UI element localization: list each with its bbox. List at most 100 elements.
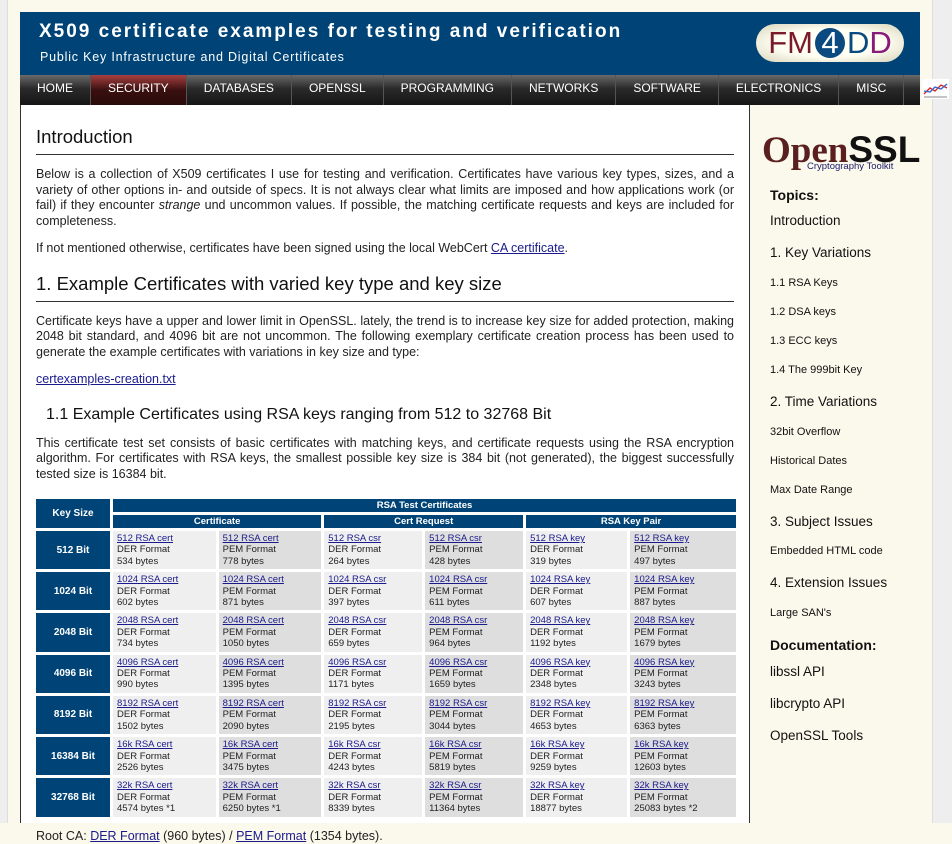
file-cell: 512 RSA cert DER Format 534 bytes [113,531,216,570]
file-link[interactable]: 8192 RSA cert [223,698,284,709]
file-link[interactable]: 512 RSA key [634,533,689,544]
file-link[interactable]: 32k RSA cert [117,780,172,791]
file-link[interactable]: 8192 RSA key [634,698,694,709]
certexamples-creation-link[interactable]: certexamples-creation.txt [36,372,176,386]
file-link[interactable]: 16k RSA key [634,739,688,750]
file-link[interactable]: 32k RSA csr [328,780,380,791]
file-link[interactable]: 16k RSA csr [429,739,481,750]
nav-openssl[interactable]: OPENSSL [292,75,384,105]
topics-heading: Topics: [770,187,819,203]
file-link[interactable]: 1024 RSA csr [429,574,487,585]
file-size: 4243 bytes [328,761,375,773]
sidebar-link[interactable]: 3. Subject Issues [770,514,873,529]
key-size-cell: 8192 Bit [36,695,110,735]
sidebar-link[interactable]: Historical Dates [770,455,847,467]
file-size: 18877 bytes [530,803,582,815]
file-link[interactable]: 2048 RSA csr [429,615,487,626]
sidebar-link[interactable]: 1.1 RSA Keys [770,277,838,289]
file-link[interactable]: 1024 RSA cert [223,574,284,585]
file-link[interactable]: 8192 RSA csr [429,698,487,709]
file-format: PEM Format [429,668,483,680]
file-link[interactable]: 32k RSA key [634,780,688,791]
sidebar-link[interactable]: Embedded HTML code [770,545,883,557]
sidebar-link[interactable]: 1.3 ECC keys [770,335,837,347]
file-link[interactable]: 8192 RSA key [530,698,590,709]
nav-electronics[interactable]: ELECTRONICS [719,75,840,105]
file-link[interactable]: 1024 RSA cert [117,574,178,585]
file-link[interactable]: 4096 RSA cert [117,657,178,668]
file-link[interactable]: 1024 RSA key [530,574,590,585]
file-size: 611 bytes [429,597,470,609]
file-link[interactable]: 4096 RSA key [530,657,590,668]
file-cell: 2048 RSA csr DER Format 659 bytes [324,613,423,652]
doc-link[interactable]: OpenSSL Tools [770,728,863,743]
file-link[interactable]: 1024 RSA csr [328,574,386,585]
nav-home[interactable]: HOME [20,75,91,105]
file-link[interactable]: 512 RSA cert [117,533,173,544]
doc-link[interactable]: libcrypto API [770,696,845,711]
nav-networks[interactable]: NETWORKS [512,75,617,105]
sidebar-link[interactable]: 4. Extension Issues [770,575,887,590]
file-link[interactable]: 32k RSA cert [223,780,278,791]
sidebar-link[interactable]: Max Date Range [770,484,853,496]
root-ca-pem-link[interactable]: PEM Format [236,829,306,843]
file-size: 3044 bytes [429,720,476,732]
file-cell: 2048 RSA key PEM Format 1679 bytes [630,613,736,652]
nav-programming[interactable]: PROGRAMMING [384,75,512,105]
file-link[interactable]: 16k RSA cert [223,739,278,750]
file-link[interactable]: 2048 RSA key [530,615,590,626]
file-link[interactable]: 2048 RSA cert [223,615,284,626]
sidebar-link[interactable]: Introduction [770,213,841,228]
nav-databases[interactable]: DATABASES [187,75,292,105]
file-size: 1679 bytes [634,638,681,650]
file-link[interactable]: 2048 RSA csr [328,615,386,626]
file-link[interactable]: 8192 RSA cert [117,698,178,709]
file-link[interactable]: 4096 RSA key [634,657,694,668]
sidebar-link[interactable]: 1.2 DSA keys [770,306,836,318]
file-link[interactable]: 512 RSA cert [223,533,279,544]
file-size: 734 bytes [117,638,159,650]
chart-icon[interactable] [922,79,950,99]
nav-misc[interactable]: MISC [839,75,905,105]
file-size: 1171 bytes [328,679,375,691]
file-link[interactable]: 32k RSA csr [429,780,481,791]
file-size: 3243 bytes [634,679,681,691]
file-link[interactable]: 16k RSA csr [328,739,380,750]
file-link[interactable]: 1024 RSA key [634,574,694,585]
file-link[interactable]: 4096 RSA csr [328,657,386,668]
sidebar-link[interactable]: 1.4 The 999bit Key [770,364,862,376]
section-1-1-paragraph: This certificate test set consists of ba… [36,435,734,481]
file-cell: 8192 RSA key PEM Format 6363 bytes [630,695,736,735]
key-size-cell: 512 Bit [36,531,110,570]
file-format: DER Format [117,750,170,762]
root-ca-der-link[interactable]: DER Format [90,829,159,843]
file-link[interactable]: 512 RSA key [530,533,585,544]
nav-software[interactable]: SOFTWARE [616,75,719,105]
fm4dd-logo[interactable]: FM 4 D D [756,24,904,62]
file-cell: 1024 RSA cert DER Format 602 bytes [113,572,216,611]
file-link[interactable]: 16k RSA cert [117,739,172,750]
file-cell: 32k RSA csr PEM Format 11364 bytes [425,778,524,817]
file-link[interactable]: 8192 RSA csr [328,698,386,709]
file-size: 319 bytes [530,555,572,567]
file-size: 12603 bytes [634,761,686,773]
file-link[interactable]: 512 RSA csr [429,533,482,544]
sidebar-link[interactable]: 2. Time Variations [770,394,877,409]
sidebar-link[interactable]: 1. Key Variations [770,245,871,260]
file-link[interactable]: 4096 RSA cert [223,657,284,668]
doc-link[interactable]: libssl API [770,664,825,679]
file-link[interactable]: 512 RSA csr [328,533,381,544]
file-format: PEM Format [634,544,688,556]
nav-security[interactable]: SECURITY [91,75,187,105]
table-row: 2048 Bit 2048 RSA cert DER Format 734 bytes… [36,613,736,652]
file-link[interactable]: 16k RSA key [530,739,584,750]
sidebar-link[interactable]: Large SAN's [770,607,831,619]
sidebar-link[interactable]: 32bit Overflow [770,426,840,438]
ca-certificate-link[interactable]: CA certificate [491,241,565,255]
file-link[interactable]: 32k RSA key [530,780,584,791]
file-link[interactable]: 4096 RSA csr [429,657,487,668]
file-format: PEM Format [429,626,483,638]
file-link[interactable]: 2048 RSA key [634,615,694,626]
file-link[interactable]: 2048 RSA cert [117,615,178,626]
file-format: PEM Format [429,544,483,556]
